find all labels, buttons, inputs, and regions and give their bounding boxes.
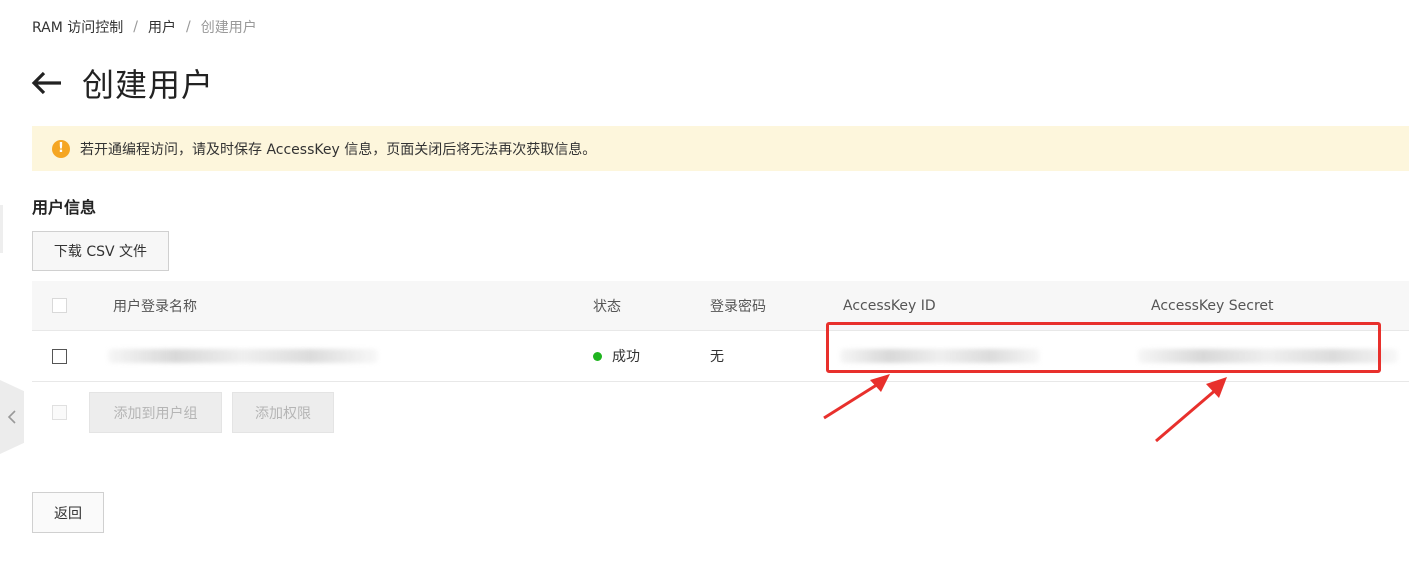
page-title: 创建用户 [82,66,215,104]
redacted-accesskey-secret [1138,349,1398,363]
add-to-group-button[interactable]: 添加到用户组 [89,392,222,433]
status-cell: 成功 [593,331,640,381]
alert-text: 若开通编程访问，请及时保存 AccessKey 信息，页面关闭后将无法再次获取信… [80,141,597,158]
column-header-password: 登录密码 [710,298,766,315]
table-header: 用户登录名称 状态 登录密码 AccessKey ID AccessKey Se… [32,281,1409,331]
table-row: 成功 无 [32,331,1409,382]
sidebar-toggle[interactable] [0,380,24,454]
select-all-checkbox[interactable] [52,298,67,313]
breadcrumb-separator: / [133,19,138,35]
section-title: 用户信息 [32,198,97,217]
user-table: 用户登录名称 状态 登录密码 AccessKey ID AccessKey Se… [32,281,1409,382]
breadcrumb: RAM 访问控制 / 用户 / 创建用户 [32,17,257,37]
chevron-left-icon [7,410,16,424]
column-header-login-name: 用户登录名称 [113,298,197,315]
password-cell: 无 [710,349,724,365]
accesskey-id-cell [840,331,1040,381]
login-name-cell [108,331,378,381]
redacted-login-name [108,349,378,363]
bulk-select-cell [52,405,67,420]
page-header: 创建用户 [30,60,214,106]
breadcrumb-current: 创建用户 [200,20,257,36]
row-checkbox[interactable] [52,348,67,364]
add-permission-button[interactable]: 添加权限 [232,392,334,433]
back-button[interactable]: 返回 [32,492,104,533]
success-dot-icon [593,351,602,361]
column-header-accesskey-id: AccessKey ID [843,297,936,314]
back-arrow-icon[interactable] [30,66,64,100]
select-all-cell [52,281,67,330]
breadcrumb-users[interactable]: 用户 [148,17,176,37]
breadcrumb-ram[interactable]: RAM 访问控制 [32,17,123,37]
sidebar-edge [0,205,3,253]
column-header-status: 状态 [593,298,621,315]
breadcrumb-separator: / [186,19,191,35]
warning-alert: ! 若开通编程访问，请及时保存 AccessKey 信息，页面关闭后将无法再次获… [32,126,1409,171]
accesskey-secret-cell [1138,331,1398,381]
exclamation-icon: ! [52,139,70,158]
annotation-arrow-icon [1155,377,1227,443]
bulk-select-checkbox[interactable] [52,405,67,420]
column-header-accesskey-secret: AccessKey Secret [1151,297,1274,314]
download-csv-button[interactable]: 下载 CSV 文件 [32,231,169,271]
status-text: 成功 [612,349,640,365]
bulk-actions: 添加到用户组 添加权限 [32,383,432,443]
row-select-cell [52,331,67,381]
redacted-accesskey-id [840,349,1040,363]
